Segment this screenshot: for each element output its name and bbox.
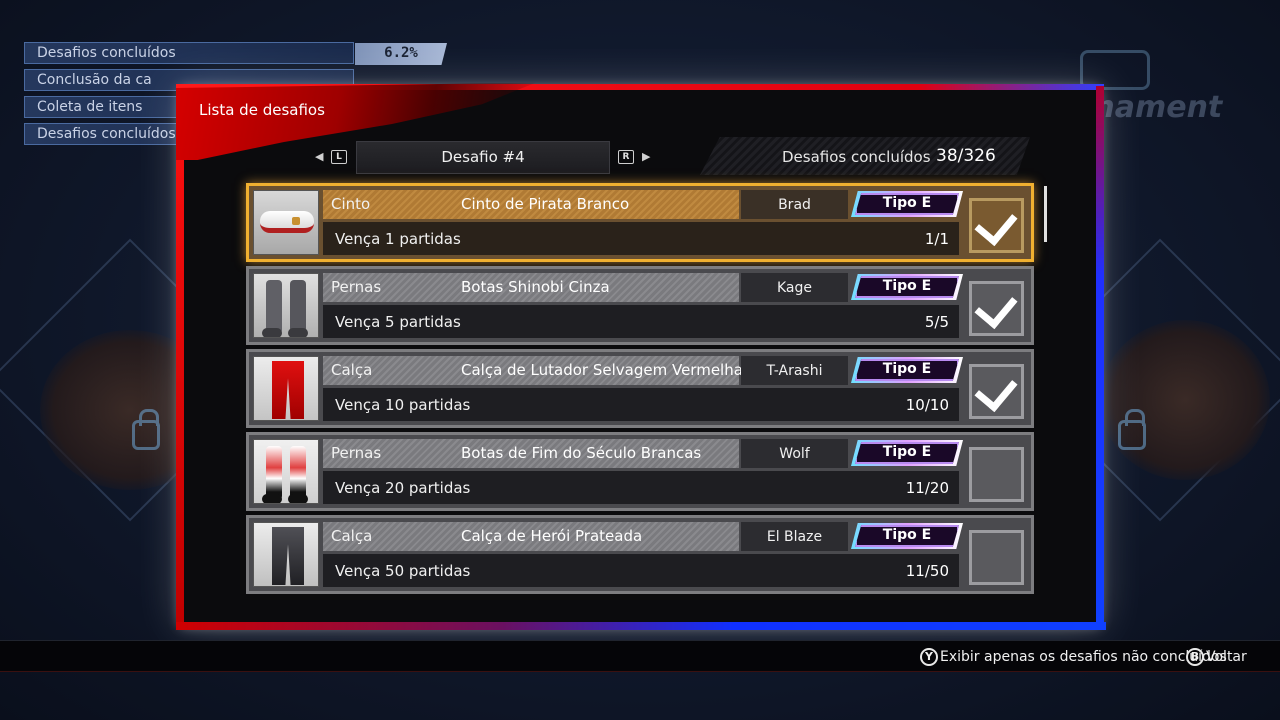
completed-label: Desafios concluídos — [782, 148, 931, 166]
type-badge: Tipo E — [882, 278, 932, 294]
completion-checkbox — [969, 447, 1024, 502]
dialog-border-bottom — [176, 622, 1106, 630]
prev-arrow-icon[interactable]: ◀ — [315, 150, 323, 163]
character-name: El Blaze — [766, 529, 823, 545]
challenge-goal: Vença 5 partidas — [335, 313, 461, 331]
dialog-border-left — [176, 88, 184, 628]
completion-checkbox — [969, 198, 1024, 253]
completion-checkbox — [969, 364, 1024, 419]
challenge-goal: Vença 20 partidas — [335, 479, 471, 497]
item-name: Calça de Herói Prateada — [461, 527, 643, 545]
challenge-goal: Vença 50 partidas — [335, 562, 471, 580]
silver-pants-icon — [253, 522, 319, 587]
item-category: Cinto — [331, 195, 371, 213]
dialog-border-right — [1096, 86, 1104, 630]
checkmark-icon — [974, 367, 1018, 413]
filter-hint-label: Exibir apenas os desafios não concluídos — [940, 649, 1227, 665]
type-badge: Tipo E — [882, 527, 932, 543]
item-category: Calça — [331, 361, 373, 379]
checkmark-icon — [974, 201, 1018, 247]
challenge-row[interactable]: Calça Calça de Lutador Selvagem Vermelha… — [246, 349, 1034, 428]
challenge-progress: 1/1 — [924, 230, 949, 248]
white-belt-icon — [253, 190, 319, 255]
item-category: Calça — [331, 527, 373, 545]
completed-count: 38/326 — [936, 146, 996, 166]
challenge-progress: 5/5 — [924, 313, 949, 331]
stat-label: Desafios concluídos — [37, 126, 176, 142]
item-name: Botas de Fim do Século Brancas — [461, 444, 702, 462]
item-name: Calça de Lutador Selvagem Vermelha — [461, 361, 743, 379]
dialog-title: Lista de desafios — [199, 101, 325, 119]
y-button-icon: Y — [920, 648, 938, 666]
challenge-row[interactable]: Pernas Botas de Fim do Século Brancas Wo… — [246, 432, 1034, 511]
grey-boots-icon — [253, 273, 319, 338]
stat-label: Desafios concluídos — [37, 45, 176, 61]
stat-label: Coleta de itens — [37, 99, 143, 115]
challenge-goal: Vença 1 partidas — [335, 230, 461, 248]
type-badge: Tipo E — [882, 361, 932, 377]
back-hint-label: Voltar — [1206, 649, 1247, 665]
back-hint[interactable]: B Voltar — [1186, 648, 1247, 666]
challenge-progress: 11/20 — [905, 479, 949, 497]
character-name: T-Arashi — [766, 363, 823, 379]
item-name: Cinto de Pirata Branco — [461, 195, 630, 213]
item-name: Botas Shinobi Cinza — [461, 278, 610, 296]
character-name: Kage — [776, 280, 812, 296]
r-button-icon[interactable]: R — [618, 150, 634, 164]
red-pants-icon — [253, 356, 319, 421]
filter-hint[interactable]: Y Exibir apenas os desafios não concluído… — [920, 648, 1227, 666]
lock-icon — [132, 409, 160, 450]
type-badge: Tipo E — [882, 195, 932, 211]
b-button-icon: B — [1186, 648, 1204, 666]
stat-challenges-completed: Desafios concluídos 6.2% — [24, 42, 447, 65]
character-name: Brad — [778, 197, 811, 213]
item-category: Pernas — [331, 278, 382, 296]
checkmark-icon — [974, 284, 1018, 330]
list-scrollbar[interactable] — [1044, 186, 1047, 242]
background-stage-right — [1100, 320, 1270, 480]
character-name: Wolf — [779, 446, 810, 462]
l-button-icon[interactable]: L — [331, 150, 347, 164]
lock-icon — [1118, 409, 1146, 450]
stat-percentage: 6.2% — [355, 43, 447, 65]
challenge-progress: 11/50 — [905, 562, 949, 580]
completion-checkbox — [969, 281, 1024, 336]
challenge-goal: Vença 10 partidas — [335, 396, 471, 414]
completion-checkbox — [969, 530, 1024, 585]
challenge-selector[interactable]: Desafio #4 — [356, 141, 610, 174]
challenge-row[interactable]: Calça Calça de Herói Prateada El Blaze T… — [246, 515, 1034, 594]
challenge-progress: 10/10 — [905, 396, 949, 414]
challenge-row[interactable]: Cinto Cinto de Pirata Branco Brad Tipo E… — [246, 183, 1034, 262]
type-badge: Tipo E — [882, 444, 932, 460]
white-boots-icon — [253, 439, 319, 504]
stat-label: Conclusão da ca — [37, 72, 152, 88]
next-arrow-icon[interactable]: ▶ — [642, 150, 650, 163]
challenge-row[interactable]: Pernas Botas Shinobi Cinza Kage Tipo E V… — [246, 266, 1034, 345]
item-category: Pernas — [331, 444, 382, 462]
